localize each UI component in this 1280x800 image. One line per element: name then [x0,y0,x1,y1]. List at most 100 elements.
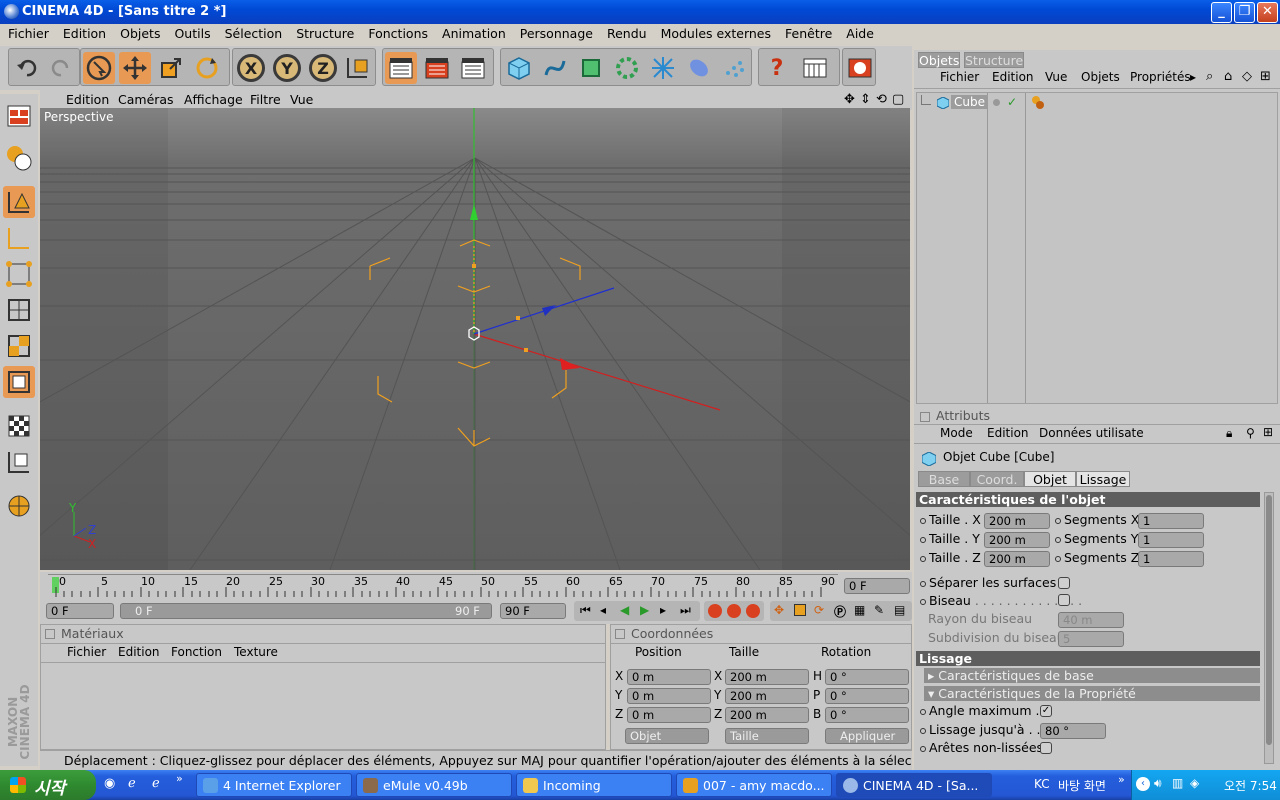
objects-menu-edition[interactable]: Edition [992,70,1034,84]
help-icon[interactable]: ? [761,52,793,84]
coord-size-select[interactable]: Taille [725,728,809,744]
link-icon[interactable]: ⚲ [1246,426,1255,440]
viewport-zoom-icon[interactable]: ⇕ [860,92,871,107]
task-internet-explorer[interactable]: 4 Internet Explorer [196,773,352,797]
bevel-radius-input[interactable]: 40 m [1058,612,1124,628]
record-icon[interactable] [708,604,722,618]
task-emule[interactable]: eMule v0.49b [356,773,512,797]
timeline-window-icon[interactable] [799,52,831,84]
menu-selection[interactable]: Sélection [217,24,289,41]
texture-axis-icon[interactable] [3,446,35,478]
materials-panel-toggle[interactable] [45,629,55,639]
new-panel-icon[interactable]: ⊞ [1260,69,1271,84]
separate-surfaces-checkbox[interactable] [1058,577,1070,589]
nurbs-icon[interactable] [575,52,607,84]
key-position-icon[interactable]: ✥ [774,603,784,617]
autokey-icon[interactable] [727,604,741,618]
language-indicator[interactable]: KC [1034,777,1050,791]
bevel-subdiv-input[interactable]: 5 [1058,631,1124,647]
visibility-dot-icon[interactable] [993,99,1000,106]
attributes-panel-toggle[interactable] [920,412,930,422]
key-scale-icon[interactable] [794,604,806,616]
size-x-input[interactable]: 200 m [984,513,1050,529]
menu-modules-externes[interactable]: Modules externes [653,24,777,41]
coordinate-system-icon[interactable] [341,52,373,84]
menu-rendu[interactable]: Rendu [599,24,653,41]
viewport-menu-vue[interactable]: Vue [290,92,313,107]
objects-menu-vue[interactable]: Vue [1045,70,1067,84]
quicklaunch-browser-icon[interactable]: ℯ [152,776,160,791]
rotate-tool-icon[interactable] [191,52,223,84]
attributes-scrollbar[interactable] [1264,492,1274,764]
rotation-p-field[interactable]: 0 ° [825,688,909,704]
messenger-icon[interactable]: ◈ [1190,776,1199,790]
viewport-move-icon[interactable]: ✥ [844,92,855,107]
volume-icon[interactable]: 🔊︎ [1154,776,1162,791]
size-z-field[interactable]: 200 m [725,707,809,723]
quicklaunch-more-icon[interactable]: » [176,772,183,785]
position-x-field[interactable]: 0 m [627,669,711,685]
task-media-player[interactable]: 007 - amy macdo... [676,773,832,797]
key-rotation-icon[interactable]: ⟳ [814,603,824,617]
live-selection-icon[interactable] [3,366,35,398]
smooth-angle-input[interactable]: 80 ° [1040,723,1106,739]
materials-menu-texture[interactable]: Texture [234,645,278,659]
model-mode-icon[interactable] [3,186,35,218]
search-icon[interactable]: ⌕ [1206,69,1213,84]
viewport-menu-filtre[interactable]: Filtre [250,92,281,107]
tab-structure[interactable]: Structure [964,52,1024,68]
tab-base[interactable]: Base [918,471,970,487]
quicklaunch-ie-icon[interactable]: ℯ [128,776,136,791]
objects-menu-fichier[interactable]: Fichier [940,70,979,84]
restore-button[interactable]: ❐ [1234,2,1255,23]
materials-menu-fonction[interactable]: Fonction [171,645,222,659]
subsection-base[interactable]: ▸ Caractéristiques de base [924,668,1260,683]
start-frame-field[interactable]: 0 F [46,603,114,619]
attributes-menu-mode[interactable]: Mode [940,426,973,440]
menu-outils[interactable]: Outils [166,24,216,41]
play-backward-icon[interactable]: ◀ [620,603,629,617]
edges-mode-icon[interactable] [3,294,35,326]
toolbar-more-icon[interactable]: » [1118,773,1125,786]
menu-fenetre[interactable]: Fenêtre [777,24,838,41]
viewport-menu-affichage[interactable]: Affichage [184,92,243,107]
tab-lissage[interactable]: Lissage [1076,471,1130,487]
close-button[interactable]: ✕ [1257,2,1278,23]
content-browser-icon[interactable] [844,52,876,84]
key-pla-icon[interactable]: ▦ [854,603,865,617]
segments-x-input[interactable]: 1 [1138,513,1204,529]
render-active-view-icon[interactable] [385,52,417,84]
task-incoming-folder[interactable]: Incoming [516,773,672,797]
attributes-scrollbar-thumb[interactable] [1266,495,1272,745]
y-axis-lock-button[interactable]: Y [271,52,303,84]
unsmoothed-edges-checkbox[interactable] [1040,742,1052,754]
x-axis-lock-button[interactable]: X [235,52,267,84]
enabled-check-icon[interactable]: ✓ [1007,95,1017,109]
cube-primitive-icon[interactable] [503,52,535,84]
menu-edition[interactable]: Edition [55,24,112,41]
clock[interactable]: 오전 7:54 [1224,777,1277,794]
quicklaunch-app-icon[interactable]: ◉ [104,776,115,791]
particle-icon[interactable] [719,52,751,84]
lock-icon[interactable]: 🔒︎ [1226,426,1232,441]
deformer-icon[interactable] [647,52,679,84]
size-y-input[interactable]: 200 m [984,532,1050,548]
sculpt-icon[interactable] [3,490,35,522]
objects-menu-proprietes[interactable]: Propriétés [1130,70,1192,84]
viewport-rotate-icon[interactable]: ⟲ [876,92,887,107]
timeline-ruler[interactable]: 0 5 10 15 20 25 30 35 40 45 50 55 60 65 … [48,574,838,597]
phong-tag-icon[interactable] [1031,95,1045,109]
desktop-toolbar-label[interactable]: 바탕 화면 [1058,777,1106,794]
size-z-input[interactable]: 200 m [984,551,1050,567]
points-mode-icon[interactable] [3,258,35,290]
new-attributes-panel-icon[interactable]: ⊞ [1263,425,1273,439]
materials-menu-fichier[interactable]: Fichier [67,645,106,659]
object-name-cube[interactable]: Cube [951,95,988,109]
redo-icon[interactable] [45,52,77,84]
menu-animation[interactable]: Animation [434,24,512,41]
render-settings-icon[interactable] [457,52,489,84]
play-forward-icon[interactable]: ▶ [640,603,649,617]
network-icon[interactable]: ▥ [1172,776,1183,790]
segments-y-input[interactable]: 1 [1138,532,1204,548]
list-item[interactable]: Cube ✓ [917,95,1277,113]
